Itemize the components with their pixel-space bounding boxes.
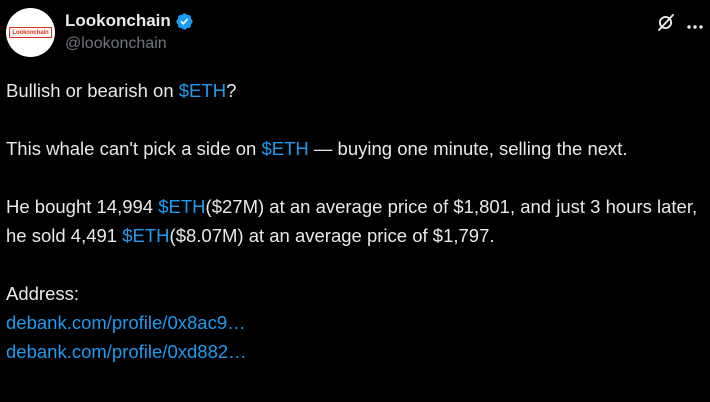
address-label: Address: — [6, 283, 80, 304]
avatar-logo: Lookonchain — [9, 27, 52, 38]
address-link-2[interactable]: debank.com/profile/0xd882… — [6, 341, 247, 362]
grok-icon[interactable] — [654, 10, 678, 34]
tweet-paragraph-question: Bullish or bearish on $ETH? — [6, 76, 706, 105]
avatar-logo-text: Lookonchain — [12, 29, 49, 36]
cashtag-eth[interactable]: $ETH — [158, 196, 205, 217]
text-segment: He bought 14,994 — [6, 196, 159, 217]
text-segment: — buying one minute, selling the next. — [308, 138, 628, 159]
text-segment: ? — [226, 80, 237, 101]
author-handle[interactable]: @lookonchain — [65, 35, 167, 53]
cashtag-eth[interactable]: $ETH — [122, 225, 169, 246]
cashtag-eth[interactable]: $ETH — [261, 138, 308, 159]
author-name-row: Lookonchain — [65, 10, 194, 32]
text-segment: ($8.07M) at an average price of $1,797. — [169, 225, 495, 246]
tweet-paragraph-trades: He bought 14,994 $ETH($27M) at an averag… — [6, 192, 706, 250]
author-display-name[interactable]: Lookonchain — [65, 11, 171, 31]
more-options-icon[interactable] — [686, 17, 704, 29]
cashtag-eth[interactable]: $ETH — [179, 80, 226, 101]
avatar[interactable]: Lookonchain — [6, 8, 55, 57]
verified-badge-icon[interactable] — [175, 12, 194, 31]
tweet-header: Lookonchain Lookonchain @lookonchain — [0, 0, 710, 70]
tweet-paragraph-whale: This whale can't pick a side on $ETH — b… — [6, 134, 706, 163]
address-link-1[interactable]: debank.com/profile/0x8ac9… — [6, 312, 246, 333]
tweet-text: Bullish or bearish on $ETH? This whale c… — [6, 76, 706, 366]
text-segment: This whale can't pick a side on — [6, 138, 262, 159]
text-segment: Bullish or bearish on — [6, 80, 179, 101]
